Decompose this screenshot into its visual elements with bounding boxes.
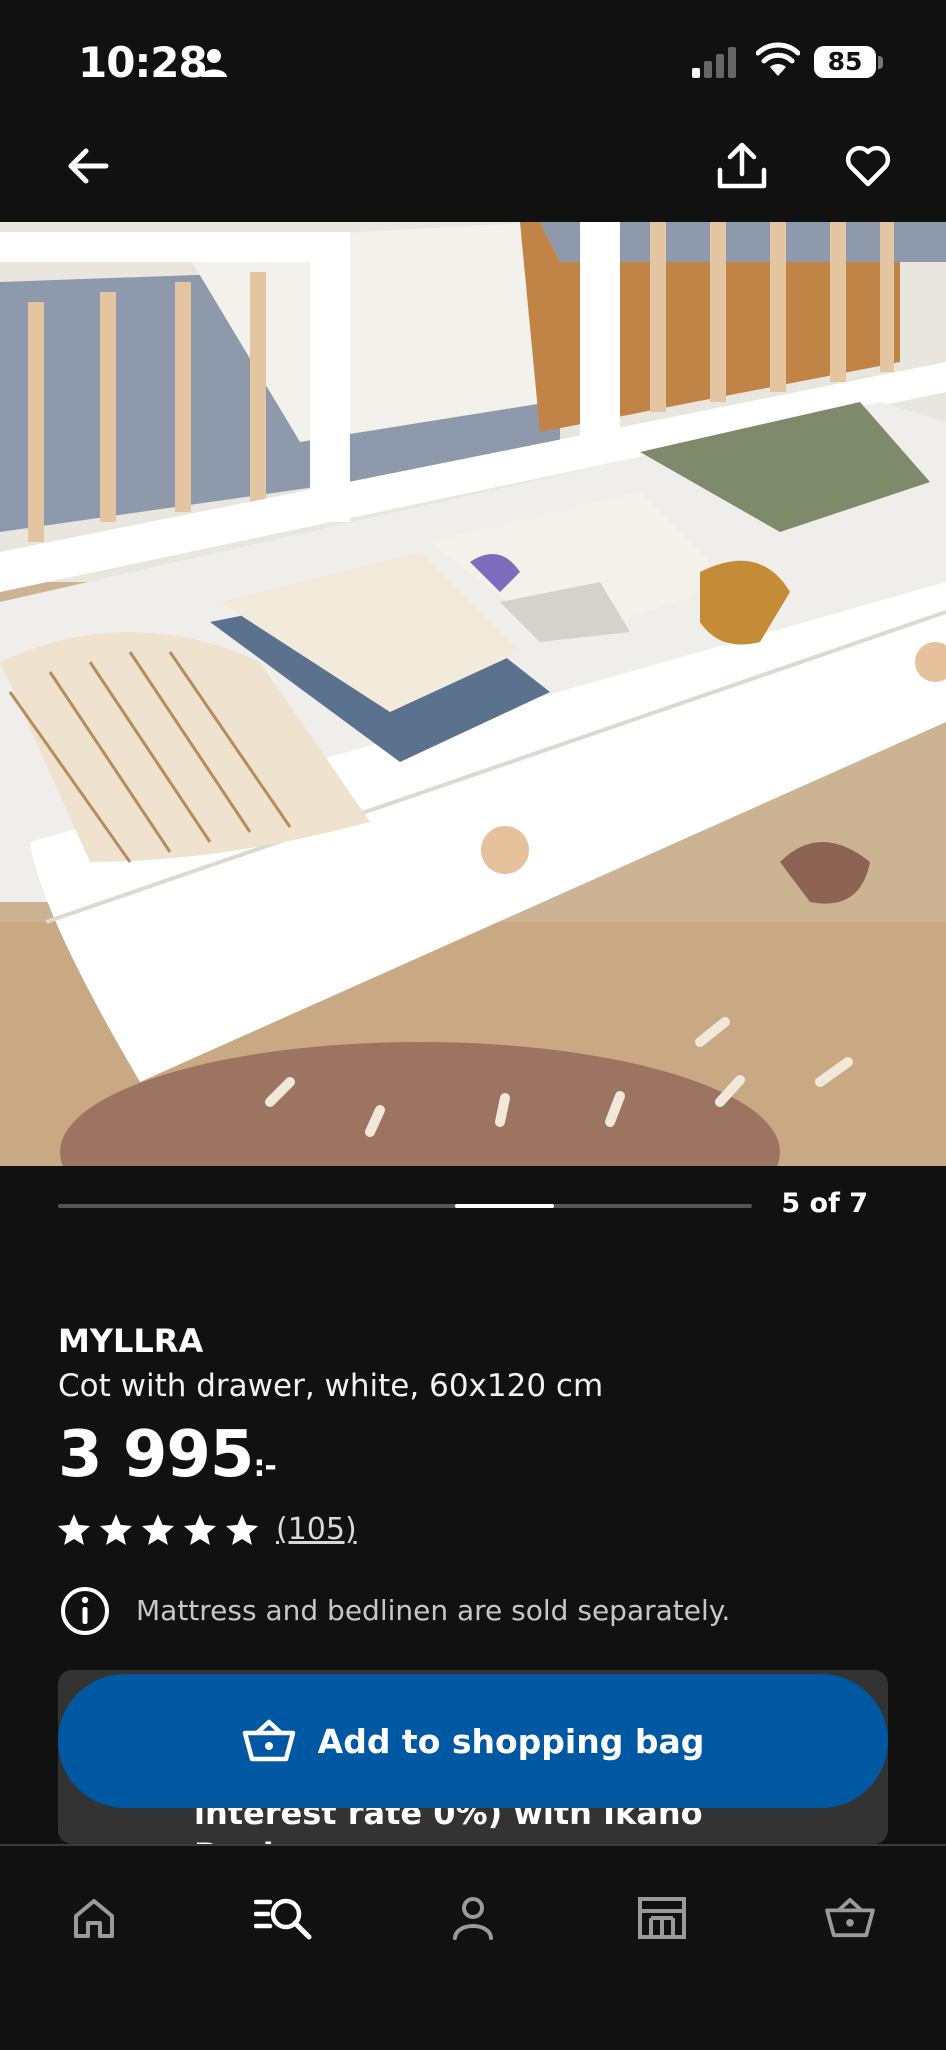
wifi-icon bbox=[756, 42, 800, 76]
product-photo bbox=[0, 222, 946, 1166]
store-icon bbox=[638, 1897, 686, 1939]
financing-text-line2: Bank bbox=[194, 1834, 703, 1844]
product-price: 3 995:- bbox=[58, 1418, 277, 1492]
tab-home[interactable] bbox=[56, 1880, 132, 1956]
star-icon bbox=[141, 1514, 175, 1545]
bottom-tab-bar bbox=[0, 1844, 946, 2050]
share-icon bbox=[717, 142, 767, 189]
home-icon bbox=[74, 1899, 114, 1938]
add-to-bag-button[interactable]: Add to shopping bag bbox=[58, 1674, 888, 1808]
star-icon bbox=[183, 1514, 217, 1545]
product-name: MYLLRA bbox=[58, 1322, 204, 1360]
tab-basket[interactable] bbox=[812, 1880, 888, 1956]
add-to-bag-label: Add to shopping bag bbox=[317, 1721, 705, 1761]
back-button[interactable] bbox=[54, 134, 122, 198]
product-description: Cot with drawer, white, 60x120 cm bbox=[58, 1368, 604, 1404]
carousel-progress-thumb bbox=[454, 1204, 554, 1208]
product-notice: Mattress and bedlinen are sold separatel… bbox=[136, 1594, 731, 1627]
review-count-link[interactable]: (105) bbox=[276, 1512, 357, 1547]
basket-icon bbox=[242, 1719, 295, 1762]
status-time: 10:28 bbox=[78, 38, 208, 87]
search-list-icon bbox=[254, 1898, 312, 1940]
back-arrow-icon bbox=[68, 148, 109, 184]
star-icon bbox=[99, 1514, 133, 1545]
share-button[interactable] bbox=[706, 130, 778, 202]
favourite-button[interactable] bbox=[832, 132, 904, 200]
signal-icon bbox=[692, 47, 736, 78]
tab-search[interactable] bbox=[246, 1880, 322, 1956]
price-value: 3 995 bbox=[58, 1418, 254, 1492]
battery-indicator: 85 bbox=[814, 46, 876, 78]
info-icon bbox=[61, 1587, 109, 1635]
star-icon bbox=[57, 1514, 91, 1545]
person-icon bbox=[201, 49, 227, 77]
rating-stars[interactable] bbox=[56, 1512, 260, 1548]
battery-icon bbox=[878, 56, 883, 69]
basket-icon bbox=[825, 1897, 875, 1938]
carousel-page-counter: 5 of 7 bbox=[781, 1188, 868, 1219]
tab-profile[interactable] bbox=[435, 1880, 511, 1956]
star-icon bbox=[225, 1514, 259, 1545]
price-suffix: :- bbox=[253, 1449, 276, 1484]
product-image[interactable] bbox=[0, 222, 946, 1166]
carousel-progress bbox=[58, 1204, 752, 1208]
heart-icon bbox=[845, 145, 891, 187]
status-bar: 10:28 85 bbox=[0, 0, 946, 120]
profile-icon bbox=[453, 1897, 493, 1940]
tab-stores[interactable] bbox=[624, 1880, 700, 1956]
